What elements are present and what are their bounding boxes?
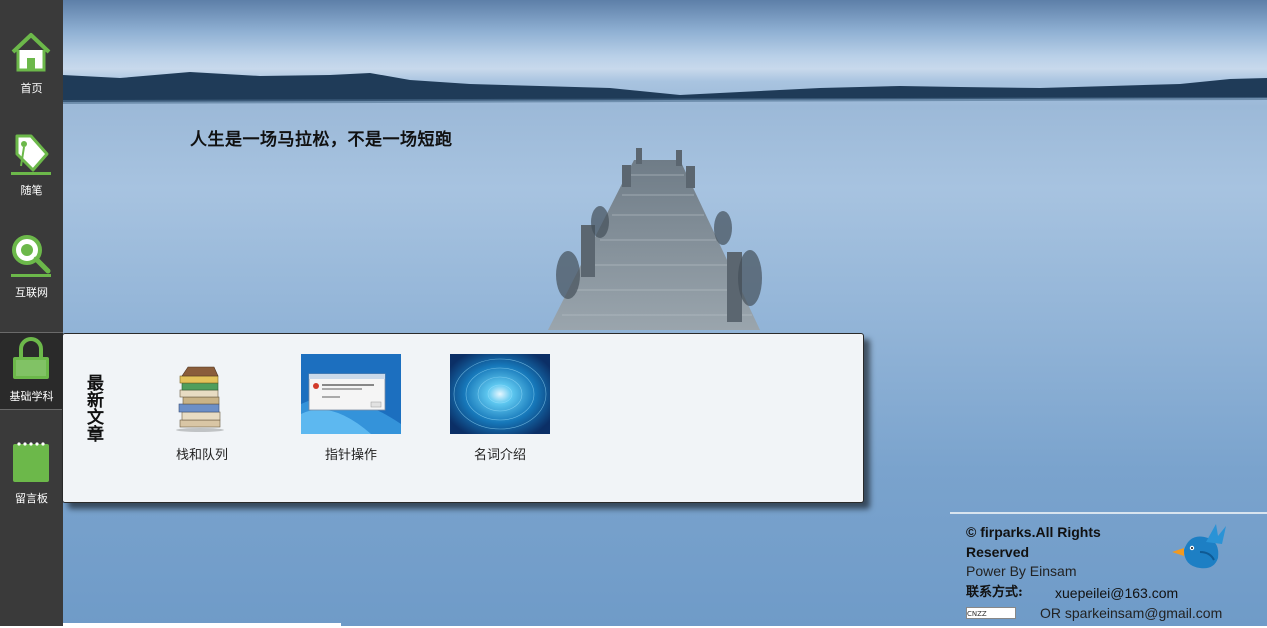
article-item-stack-queue[interactable]: 栈和队列 — [152, 354, 252, 463]
contact-label: 联系方式: — [966, 585, 1023, 600]
cnzz-badge-text: CNZZ — [967, 610, 987, 618]
nav-item-home[interactable]: 首页 — [0, 0, 63, 100]
lock-icon — [13, 337, 49, 379]
nav-item-basic-subjects[interactable]: 基础学科 — [0, 332, 63, 410]
nav-label-essays: 随笔 — [20, 184, 43, 197]
home-icon — [11, 33, 51, 72]
magnifier-icon — [11, 235, 51, 277]
article-item-pointer-ops[interactable]: 指针操作 — [301, 354, 401, 463]
article-label: 栈和队列 — [175, 448, 228, 463]
nav-label-guestbook: 留言板 — [15, 492, 48, 505]
article-label: 指针操作 — [324, 448, 377, 463]
nav-label-internet: 互联网 — [15, 286, 48, 299]
powered-by-text: Power By Einsam — [966, 563, 1077, 579]
latest-articles-title: 最新文章 — [83, 374, 103, 442]
sidebar-nav: 首页 随笔 互联网 基础学科 留言板 — [0, 0, 63, 626]
nav-item-essays[interactable]: 随笔 — [0, 102, 63, 202]
copyright-text: © firparks.All Rights Reserved — [966, 524, 1101, 560]
article-label: 名词介绍 — [473, 448, 526, 463]
latest-articles-panel: 最新文章 栈和队列 指针操作 名词介绍 — [62, 333, 864, 503]
contact-email-secondary[interactable]: OR sparkeinsam@gmail.com — [1040, 605, 1222, 621]
cnzz-counter-badge[interactable]: CNZZ — [966, 607, 1016, 619]
nav-label-home: 首页 — [20, 82, 43, 95]
tag-icon — [11, 134, 51, 175]
nav-label-basic-subjects: 基础学科 — [9, 390, 54, 403]
tunnel-thumbnail — [450, 354, 550, 434]
books-icon — [176, 366, 224, 432]
blue-bird-logo — [1172, 524, 1226, 569]
contact-email-primary[interactable]: xuepeilei@163.com — [1055, 585, 1178, 601]
nav-item-guestbook[interactable]: 留言板 — [0, 410, 63, 510]
windows-dialog-thumbnail — [301, 354, 401, 434]
notepad-icon — [13, 442, 49, 482]
nav-item-internet[interactable]: 互联网 — [0, 204, 63, 304]
site-footer: © firparks.All Rights Reserved Power By … — [950, 512, 1267, 628]
article-item-term-intro[interactable]: 名词介绍 — [450, 354, 550, 463]
slogan-text: 人生是一场马拉松，不是一场短跑 — [190, 130, 453, 150]
